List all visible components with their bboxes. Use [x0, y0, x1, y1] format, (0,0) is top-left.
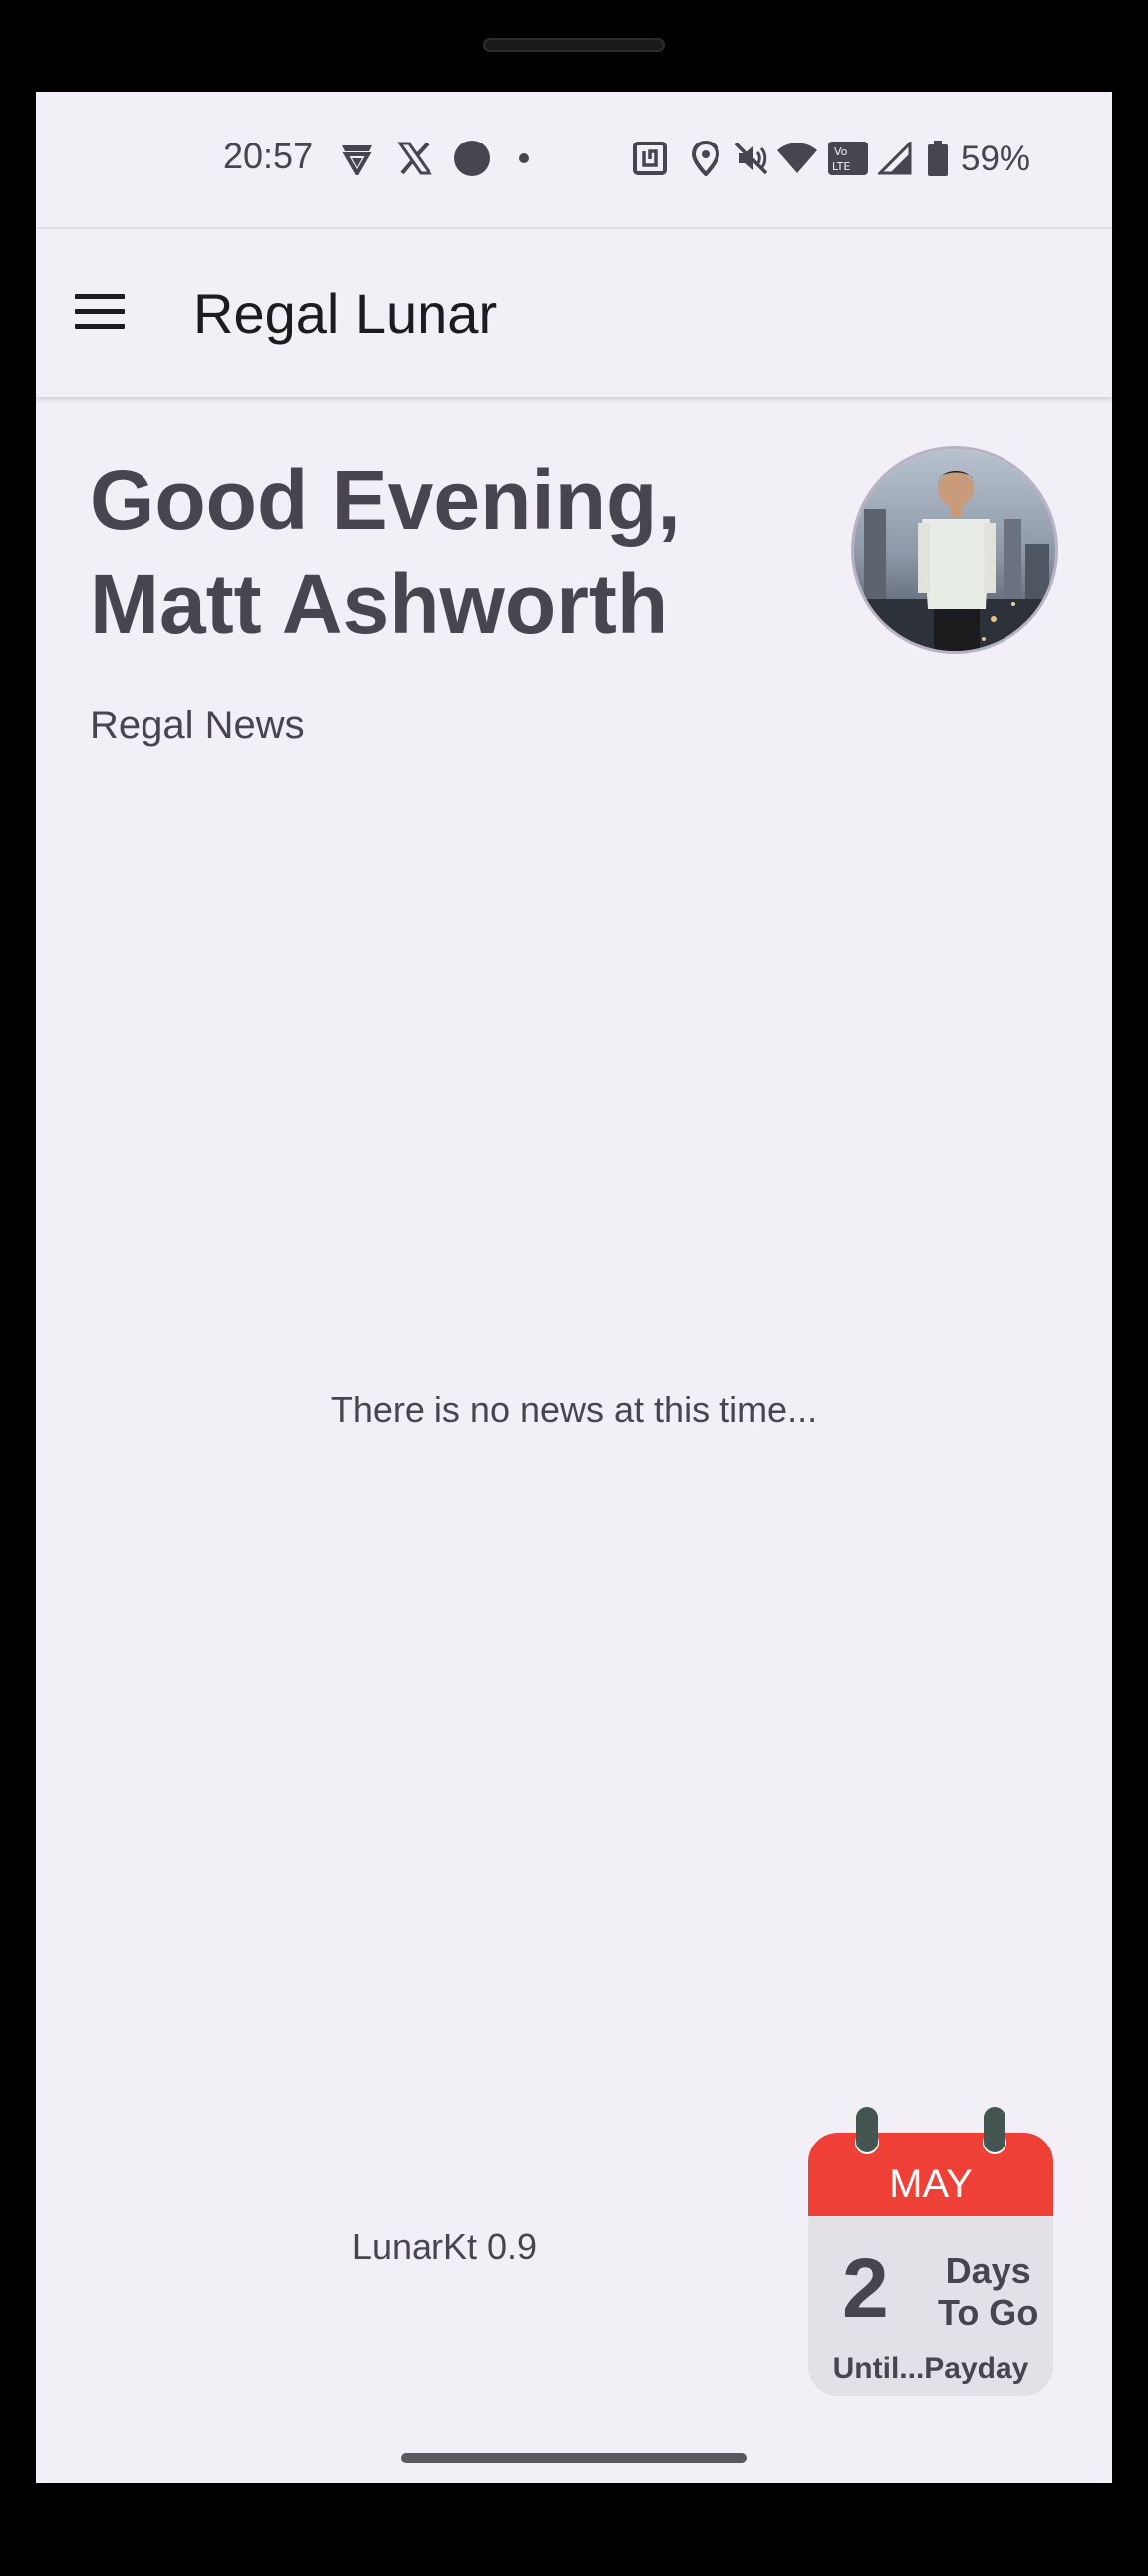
greeting-heading: Good Evening, Matt Ashworth — [90, 448, 847, 656]
top-app-bar: Regal Lunar — [36, 227, 1112, 397]
shield-v-icon — [337, 142, 377, 175]
phone-frame: 20:57 Vo LTE 59% Regal Lunar Good Evenin… — [0, 0, 1148, 2576]
days-label: Days — [945, 2250, 1031, 2291]
battery-percentage: 59% — [961, 140, 1031, 178]
user-avatar[interactable] — [851, 446, 1058, 654]
svg-text:Vo: Vo — [834, 145, 848, 158]
app-screen: 20:57 Vo LTE 59% Regal Lunar Good Evenin… — [36, 92, 1112, 2483]
greeting-line-1: Good Evening, — [90, 453, 681, 547]
payday-caption: Until...Payday — [832, 2352, 1029, 2385]
greeting-user-name: Matt Ashworth — [90, 557, 669, 651]
days-to-go-label: Days To Go — [938, 2250, 1038, 2334]
app-title: Regal Lunar — [193, 282, 498, 345]
calendar-body: MAY 2 Days To Go Until...Payday — [808, 2133, 1053, 2396]
signal-icon — [875, 142, 915, 175]
to-go-label: To Go — [938, 2292, 1039, 2333]
calendar-month: MAY — [808, 2133, 1053, 2216]
earpiece-speaker — [483, 38, 665, 52]
avatar-photo — [854, 449, 1055, 651]
battery-icon — [923, 141, 953, 176]
x-logo-icon — [395, 142, 434, 175]
mute-icon — [729, 142, 773, 175]
calendar-binder-right-icon — [984, 2107, 1005, 2152]
dot-small-icon — [514, 142, 534, 175]
status-time: 20:57 — [223, 136, 314, 176]
status-bar: 20:57 Vo LTE 59% — [36, 92, 1112, 225]
nfc-icon — [630, 142, 670, 175]
location-icon — [686, 141, 725, 176]
hamburger-menu-icon[interactable] — [68, 279, 132, 343]
wifi-icon — [775, 142, 819, 175]
dot-filled-icon — [452, 141, 492, 176]
svg-text:LTE: LTE — [832, 160, 850, 173]
volte-icon: Vo LTE — [825, 142, 871, 175]
news-empty-message: There is no news at this time... — [330, 1389, 818, 1430]
payday-calendar-widget[interactable]: MAY 2 Days To Go Until...Payday — [808, 2107, 1053, 2396]
days-count: 2 — [842, 2241, 889, 2335]
app-version-label: LunarKt 0.9 — [351, 2226, 538, 2267]
news-section-label: Regal News — [90, 704, 305, 747]
calendar-binder-left-icon — [856, 2107, 878, 2152]
gesture-home-indicator[interactable] — [401, 2453, 747, 2463]
